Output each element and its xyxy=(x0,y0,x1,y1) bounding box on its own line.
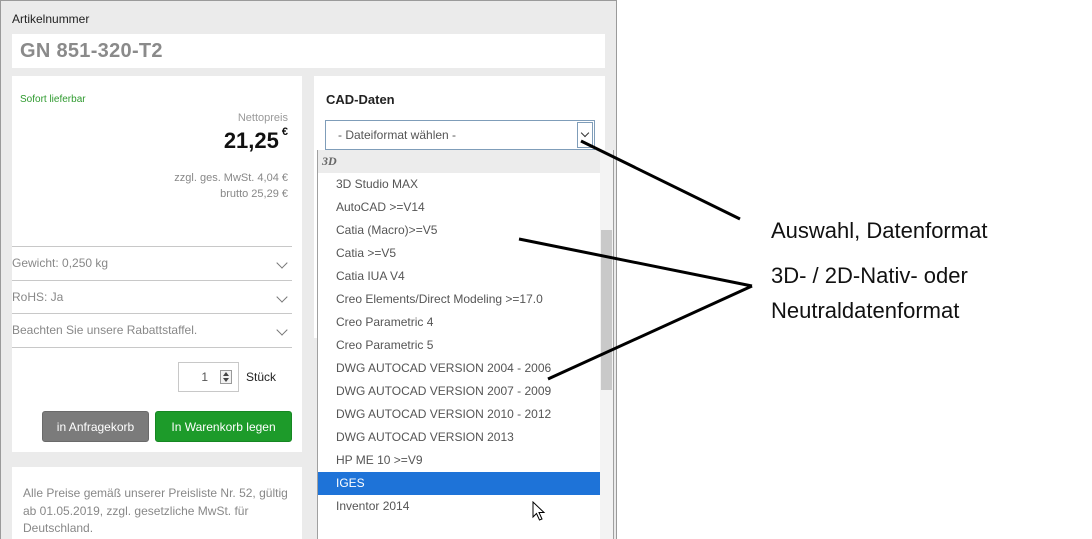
currency-symbol: € xyxy=(281,126,288,138)
availability-status: Sofort lieferbar xyxy=(20,94,86,105)
mouse-cursor-icon xyxy=(532,501,546,521)
accordion-weight[interactable]: Gewicht: 0,250 kg xyxy=(12,246,292,279)
dropdown-option[interactable]: Catia IUA V4 xyxy=(318,265,601,288)
dropdown-option[interactable]: Creo Parametric 5 xyxy=(318,334,601,357)
chevron-down-icon xyxy=(276,257,288,269)
quantity-stepper-icon[interactable] xyxy=(220,370,232,384)
quantity-unit: Stück xyxy=(246,370,277,384)
callout-native-format-line1: 3D- / 2D-Nativ- oder xyxy=(771,263,968,288)
dropdown-option[interactable]: AutoCAD >=V14 xyxy=(318,196,601,219)
price-list-note: Alle Preise gemäß unserer Preisliste Nr.… xyxy=(23,486,288,535)
option-group-3d: 3D xyxy=(318,150,601,173)
price-value: 21,25 xyxy=(223,128,279,153)
accordion-label: Gewicht: 0,250 kg xyxy=(12,256,109,270)
add-to-inquiry-button[interactable]: in Anfragekorb xyxy=(42,411,149,442)
callout-native-format-line2: Neutraldatenformat xyxy=(771,298,960,323)
dropdown-option[interactable]: Creo Parametric 4 xyxy=(318,311,601,334)
dropdown-option[interactable]: DWG AUTOCAD VERSION 2013 xyxy=(318,426,601,449)
dropdown-option[interactable]: Catia (Macro)>=V5 xyxy=(318,219,601,242)
dropdown-option-selected[interactable]: IGES xyxy=(318,472,601,495)
chevron-down-icon xyxy=(276,291,288,303)
article-number: GN 851-320-T2 xyxy=(12,34,605,68)
add-to-cart-button[interactable]: In Warenkorb legen xyxy=(155,411,292,442)
scrollbar-thumb[interactable] xyxy=(601,230,612,390)
divider xyxy=(12,347,292,348)
chevron-down-icon xyxy=(276,324,288,336)
accordion-label: RoHS: Ja xyxy=(12,290,64,304)
dropdown-option[interactable]: Catia >=V5 xyxy=(318,242,601,265)
gross-price: brutto 25,29 € xyxy=(220,188,288,200)
cad-title: CAD-Daten xyxy=(326,92,395,107)
accordion-rohs[interactable]: RoHS: Ja xyxy=(12,280,292,313)
article-number-label: Artikelnummer xyxy=(12,12,90,26)
dropdown-option[interactable]: Inventor 2014 xyxy=(318,495,601,518)
dropdown-option[interactable]: Creo Elements/Direct Modeling >=17.0 xyxy=(318,288,601,311)
file-format-dropdown: 3D 3D Studio MAX AutoCAD >=V14 Catia (Ma… xyxy=(317,150,614,539)
net-price: 21,25 € xyxy=(223,126,288,154)
dropdown-scrollbar[interactable] xyxy=(600,150,613,539)
dropdown-option[interactable]: DWG AUTOCAD VERSION 2004 - 2006 xyxy=(318,357,601,380)
chevron-down-icon[interactable] xyxy=(577,122,593,148)
file-format-select[interactable]: - Dateiformat wählen - xyxy=(325,120,595,150)
dropdown-option[interactable]: DWG AUTOCAD VERSION 2010 - 2012 xyxy=(318,403,601,426)
price-note-panel: Alle Preise gemäß unserer Preisliste Nr.… xyxy=(12,467,302,539)
dropdown-option[interactable]: HP ME 10 >=V9 xyxy=(318,449,601,472)
vat-info: zzgl. ges. MwSt. 4,04 € xyxy=(174,172,288,184)
callout-format-selection: Auswahl, Datenformat xyxy=(771,218,988,243)
dropdown-option[interactable]: 3D Studio MAX xyxy=(318,173,601,196)
dropdown-option[interactable]: DWG AUTOCAD VERSION 2007 - 2009 xyxy=(318,380,601,403)
accordion-discount[interactable]: Beachten Sie unsere Rabattstaffel. xyxy=(12,313,292,346)
accordion-label: Beachten Sie unsere Rabattstaffel. xyxy=(12,323,198,337)
net-price-label: Nettopreis xyxy=(237,112,288,124)
